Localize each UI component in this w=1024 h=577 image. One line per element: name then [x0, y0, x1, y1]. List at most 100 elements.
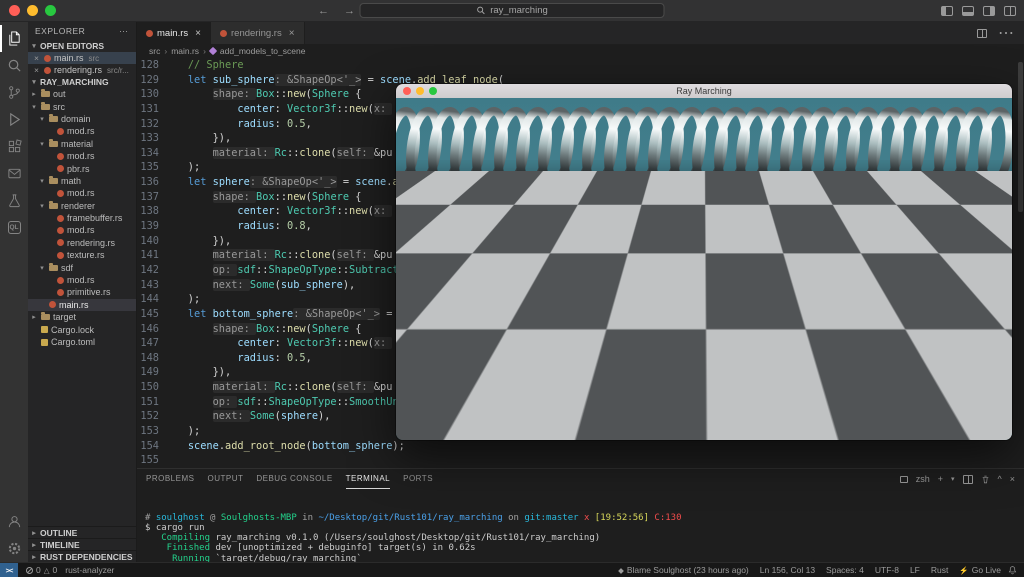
tree-item-pbr.rs[interactable]: pbr.rs	[28, 162, 136, 174]
remote-indicator[interactable]: ><	[0, 563, 18, 577]
navigate-back-icon[interactable]: ←	[318, 5, 329, 17]
sidebar-item-mail[interactable]	[0, 160, 28, 187]
breadcrumb-item[interactable]: add_models_to_scene	[220, 46, 306, 56]
status-indentation[interactable]: Spaces: 4	[826, 565, 864, 575]
line-number: 129	[140, 73, 159, 86]
status-git-blame[interactable]: ◆ Blame Soulghost (23 hours ago)	[618, 565, 749, 575]
tree-item-mod.rs[interactable]: mod.rs	[28, 150, 136, 162]
folder-icon	[49, 138, 58, 147]
section-rust-dependencies[interactable]: ▸ RUST DEPENDENCIES	[28, 550, 136, 562]
sidebar-item-source-control[interactable]	[0, 79, 28, 106]
toggle-secondary-sidebar-icon[interactable]	[983, 5, 995, 16]
navigate-forward-icon[interactable]: →	[344, 5, 355, 17]
ray-marching-window[interactable]: Ray Marching	[396, 84, 1012, 440]
panel-tab-ports[interactable]: PORTS	[403, 469, 433, 489]
status-go-live[interactable]: ⚡ Go Live	[959, 565, 1001, 575]
tree-item-math[interactable]: ▾ math	[28, 175, 136, 187]
tree-item-main.rs[interactable]: main.rs	[28, 298, 136, 312]
split-editor-icon[interactable]	[977, 28, 987, 38]
status-language-mode[interactable]: Rust	[931, 565, 948, 575]
zoom-window-button[interactable]	[45, 5, 56, 16]
tree-item-primitive.rs[interactable]: primitive.rs	[28, 286, 136, 298]
tree-item-mod.rs[interactable]: mod.rs	[28, 125, 136, 137]
editor-scrollbar[interactable]	[1018, 62, 1023, 212]
editor-tab-main.rs[interactable]: main.rs ×	[137, 22, 211, 44]
sidebar-item-codeql[interactable]: QL	[0, 214, 28, 241]
minimize-window-button[interactable]	[27, 5, 38, 16]
tree-item-label: mod.rs	[67, 225, 95, 236]
close-window-button[interactable]	[9, 5, 20, 16]
settings-button[interactable]	[0, 535, 28, 562]
terminal-dropdown-icon[interactable]: ▾	[951, 475, 955, 483]
more-actions-icon[interactable]: ⋯	[119, 26, 129, 37]
sidebar-item-explorer[interactable]	[0, 25, 28, 52]
tree-item-sdf[interactable]: ▾ sdf	[28, 261, 136, 273]
close-panel-icon[interactable]: ×	[1010, 474, 1015, 484]
problems-status[interactable]: 0 △ 0	[26, 565, 57, 575]
close-editor-icon[interactable]: ×	[34, 65, 41, 75]
editor-more-actions-icon[interactable]: ⋯	[998, 23, 1014, 43]
tree-item-renderer[interactable]: ▾ renderer	[28, 200, 136, 212]
breadcrumb-item[interactable]: src	[149, 46, 160, 56]
notifications-bell-icon[interactable]	[1008, 565, 1017, 575]
accounts-button[interactable]	[0, 508, 28, 535]
tree-item-src[interactable]: ▾ src	[28, 100, 136, 112]
tab-close-icon[interactable]: ×	[195, 28, 201, 39]
status-cursor-position[interactable]: Ln 156, Col 13	[760, 565, 815, 575]
tree-item-label: src	[53, 101, 65, 112]
terminal-view[interactable]: # soulghost @ Soulghosts-MBP in ~/Deskto…	[137, 489, 1024, 562]
rust-analyzer-status[interactable]: rust-analyzer	[65, 565, 114, 575]
beaker-icon	[8, 194, 20, 208]
new-terminal-icon[interactable]: +	[938, 474, 943, 484]
panel-tab-debug-console[interactable]: DEBUG CONSOLE	[256, 469, 332, 489]
split-terminal-icon[interactable]	[962, 474, 973, 484]
toggle-sidebar-icon[interactable]	[941, 5, 953, 16]
editor-tab-rendering.rs[interactable]: rendering.rs ×	[211, 22, 305, 44]
section-timeline[interactable]: ▸ TIMELINE	[28, 538, 136, 550]
search-icon	[8, 59, 21, 72]
open-editor-main.rs[interactable]: × main.rs src	[28, 52, 136, 64]
sidebar-item-search[interactable]	[0, 52, 28, 79]
maximize-panel-icon[interactable]: ^	[998, 474, 1002, 484]
customize-layout-icon[interactable]	[1004, 5, 1016, 16]
toggle-panel-icon[interactable]	[962, 5, 974, 16]
render-window-titlebar[interactable]: Ray Marching	[396, 84, 1012, 98]
status-eol[interactable]: LF	[910, 565, 920, 575]
terminal-line: $ cargo run	[145, 522, 205, 533]
tree-item-mod.rs[interactable]: mod.rs	[28, 187, 136, 199]
remote-icon: ><	[5, 565, 14, 575]
breadcrumb-item[interactable]: main.rs	[171, 46, 199, 56]
tree-item-texture.rs[interactable]: texture.rs	[28, 249, 136, 261]
tree-item-Cargo.toml[interactable]: Cargo.toml	[28, 336, 136, 348]
sidebar-item-extensions[interactable]	[0, 133, 28, 160]
section-project-root[interactable]: ▾ RAY_MARCHING	[28, 76, 136, 88]
section-outline[interactable]: ▸ OUTLINE	[28, 526, 136, 538]
breadcrumb: src › main.rs › add_models_to_scene	[137, 44, 1024, 58]
tree-item-out[interactable]: ▸ out	[28, 88, 136, 100]
tree-item-rendering.rs[interactable]: rendering.rs	[28, 237, 136, 249]
tree-item-target[interactable]: ▸ target	[28, 311, 136, 323]
open-editor-rendering.rs[interactable]: × rendering.rs src/r...	[28, 64, 136, 76]
panel-tab-terminal[interactable]: TERMINAL	[345, 469, 391, 489]
kill-terminal-icon[interactable]	[981, 475, 990, 484]
tree-item-mod.rs[interactable]: mod.rs	[28, 224, 136, 236]
panel-tab-output[interactable]: OUTPUT	[207, 469, 243, 489]
panel-tab-problems[interactable]: PROBLEMS	[146, 469, 194, 489]
sidebar-item-testing[interactable]	[0, 187, 28, 214]
line-number: 147	[140, 337, 159, 350]
section-open-editors[interactable]: ▾ OPEN EDITORS	[28, 40, 136, 52]
tree-item-label: rendering.rs	[67, 237, 116, 248]
close-window-button[interactable]	[403, 87, 411, 95]
minimize-window-button[interactable]	[416, 87, 424, 95]
tree-item-domain[interactable]: ▾ domain	[28, 113, 136, 125]
command-center-search[interactable]: ray_marching	[359, 3, 665, 18]
tree-item-framebuffer.rs[interactable]: framebuffer.rs	[28, 212, 136, 224]
tab-close-icon[interactable]: ×	[289, 28, 295, 39]
close-editor-icon[interactable]: ×	[34, 53, 41, 63]
tree-item-mod.rs[interactable]: mod.rs	[28, 274, 136, 286]
zoom-window-button[interactable]	[429, 87, 437, 95]
tree-item-material[interactable]: ▾ material	[28, 138, 136, 150]
status-encoding[interactable]: UTF-8	[875, 565, 899, 575]
sidebar-item-run-debug[interactable]	[0, 106, 28, 133]
tree-item-Cargo.lock[interactable]: Cargo.lock	[28, 323, 136, 335]
